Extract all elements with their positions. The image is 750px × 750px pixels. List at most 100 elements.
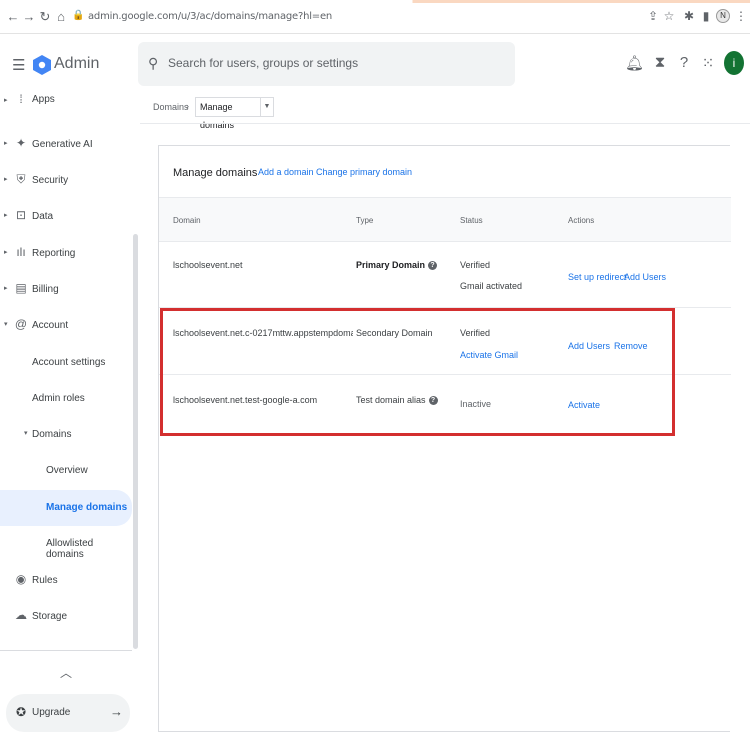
app-header: ☰ Admin ⚲ 🔔︎ ⧗ ? ⁙ i (0, 34, 750, 94)
sidebar-item-overview[interactable]: Overview (0, 454, 132, 486)
sidebar-item-label: Billing (32, 284, 59, 295)
help-icon[interactable]: ? (675, 54, 693, 71)
domain-name: lschoolsevent.net (173, 260, 243, 270)
sidebar-item-reporting[interactable]: ▸ ılı Reporting (0, 237, 132, 269)
share-icon[interactable]: ⇪ (646, 9, 660, 23)
manage-domains-card: Manage domains Add a domain Change prima… (158, 145, 731, 732)
search-icon[interactable]: ⚲ (148, 55, 158, 72)
expand-arrow-icon: ▸ (4, 176, 8, 183)
sidebar-item-account-settings[interactable]: Account settings (0, 346, 132, 378)
highlight-box (160, 308, 675, 436)
add-users-link[interactable]: Add Users (624, 272, 666, 282)
sidebar-item-label: Apps (32, 94, 55, 105)
sidebar-item-label: Domains (32, 429, 72, 440)
sidebar-item-billing[interactable]: ▸ ▤ Billing (0, 273, 132, 305)
sidebar-item-label: Overview (46, 465, 88, 476)
tab-strip-accent (0, 0, 750, 3)
reload-icon[interactable]: ↻ (38, 9, 52, 25)
expand-arrow-icon: ▸ (4, 140, 8, 147)
sidebar-item-allowlisted-domains[interactable]: Allowlisted domains (0, 527, 132, 560)
home-icon[interactable]: ⌂ (54, 9, 68, 25)
side-panel-icon[interactable]: ▮ (699, 9, 713, 23)
at-sign-icon: @ (14, 317, 28, 331)
search-bar[interactable]: ⚲ (138, 42, 515, 86)
breadcrumb-dropdown-icon[interactable]: ▼ (260, 97, 274, 117)
address-bar[interactable]: 🔒 admin.google.com/u/3/ac/domains/manage… (70, 7, 670, 29)
sidebar-item-label: Rules (32, 575, 58, 586)
sidebar-item-label: Generative AI (32, 139, 93, 150)
sidebar-item-apps[interactable]: ▸ ⁞ Apps (0, 92, 132, 112)
bar-chart-icon: ılı (16, 245, 26, 259)
chevron-right-icon: › (186, 101, 189, 111)
badge-icon: ✪ (16, 705, 27, 719)
data-icon: ⊡ (15, 208, 27, 222)
sidebar-item-manage-domains[interactable]: Manage domains (0, 490, 132, 526)
main-menu-icon[interactable]: ☰ (12, 56, 25, 74)
sidebar-scrollbar[interactable] (133, 234, 138, 649)
apps-icon: ⁞ (19, 92, 23, 106)
help-icon[interactable]: ? (428, 261, 438, 271)
account-avatar[interactable]: i (724, 51, 744, 75)
expand-arrow-icon: ▸ (4, 249, 8, 256)
sidebar-item-label: Admin roles (32, 393, 85, 404)
upgrade-label: Upgrade (32, 707, 71, 718)
sidebar-item-label: Reporting (32, 248, 76, 259)
browser-menu-icon[interactable]: ⋮ (734, 9, 748, 23)
arrow-right-icon: → (110, 704, 123, 719)
expand-arrow-icon: ▸ (4, 97, 8, 104)
sidebar-divider (0, 650, 132, 651)
breadcrumb: Domains › Manage domains ▼ (153, 97, 743, 130)
domain-type: Primary Domain? (356, 260, 438, 271)
cloud-icon: ☁ (15, 608, 27, 622)
add-domain-link[interactable]: Add a domain (258, 167, 314, 177)
expand-arrow-icon: ▸ (4, 285, 8, 292)
card-header: Manage domains Add a domain Change prima… (159, 146, 731, 198)
sidebar-item-admin-roles[interactable]: Admin roles (0, 382, 132, 414)
app-title[interactable]: Admin (54, 55, 99, 73)
change-primary-domain-link[interactable]: Change primary domain (316, 167, 412, 177)
notifications-bell-icon[interactable]: 🔔︎ (625, 54, 644, 72)
breadcrumb-domains-link[interactable]: Domains (153, 102, 189, 112)
forward-icon[interactable]: → (22, 9, 36, 25)
sidebar-item-domains[interactable]: ▾ Domains (0, 418, 132, 450)
sidebar-item-label: Security (32, 175, 69, 186)
bookmark-star-icon[interactable]: ☆ (662, 9, 676, 23)
sidebar-item-label: Allowlisted domains (46, 538, 94, 560)
browser-profile-avatar[interactable]: N (716, 9, 730, 23)
sidebar-item-generative-ai[interactable]: ▸ ✦ Generative AI (0, 128, 132, 160)
domain-type-text: Primary Domain (356, 260, 426, 270)
card-title: Manage domains (173, 167, 258, 179)
table-row: lschoolsevent.net Primary Domain? Verifi… (159, 242, 731, 308)
back-icon[interactable]: ← (6, 9, 20, 25)
breadcrumb-current: Manage domains (195, 97, 261, 130)
column-header-type: Type (356, 216, 374, 225)
sidebar-item-security[interactable]: ▸ ⛨ Security (0, 164, 132, 196)
collapse-arrow-icon: ▾ (24, 430, 28, 437)
sidebar-item-account[interactable]: ▾ @ Account (0, 309, 132, 341)
tasks-hourglass-icon[interactable]: ⧗ (651, 54, 669, 71)
gmail-status: Gmail activated (460, 281, 523, 291)
shield-icon: ⛨ (16, 172, 26, 186)
column-header-domain: Domain (173, 216, 201, 225)
apps-grid-icon[interactable]: ⁙ (699, 54, 717, 72)
search-input[interactable] (168, 56, 468, 70)
sidebar-item-storage[interactable]: ☁ Storage (0, 600, 132, 632)
upgrade-button[interactable]: ✪ Upgrade → (6, 694, 130, 732)
billing-icon: ▤ (15, 281, 27, 295)
collapse-arrow-icon: ▾ (4, 321, 8, 328)
chevron-up-icon[interactable]: ︿ (60, 664, 72, 681)
sidebar-item-label: Account settings (32, 357, 106, 368)
sidebar-item-label: Account (32, 320, 69, 331)
expand-arrow-icon: ▸ (4, 212, 8, 219)
sidebar-item-label: Manage domains (46, 502, 128, 513)
header-divider (140, 123, 750, 124)
admin-logo-icon (33, 55, 51, 75)
domain-status: Verified (460, 260, 491, 270)
extensions-icon[interactable]: ✱ (682, 9, 696, 23)
column-header-actions: Actions (568, 216, 595, 225)
sidebar-item-label: Data (32, 211, 54, 222)
column-header-status: Status (460, 216, 483, 225)
sidebar-item-rules[interactable]: ◉ Rules (0, 564, 132, 596)
set-up-redirect-link[interactable]: Set up redirect (568, 272, 627, 282)
sidebar-item-data[interactable]: ▸ ⊡ Data (0, 200, 132, 232)
